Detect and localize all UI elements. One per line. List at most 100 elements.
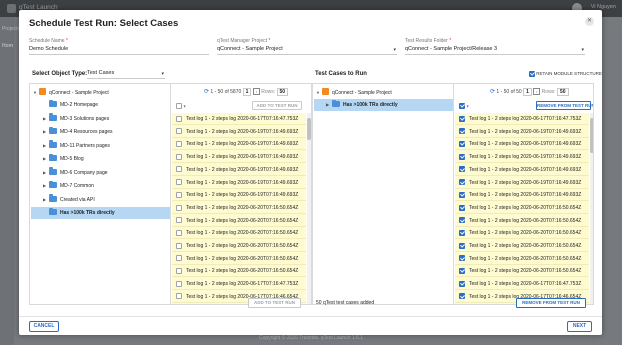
test-cases-to-run-label: Test Cases to Run (315, 71, 367, 77)
remove-from-test-run-bottom-button[interactable]: REMOVE FROM TEST RUN (516, 298, 586, 308)
tree-item[interactable]: MD-2 Homepage (31, 99, 170, 111)
retain-module-structure-checkbox[interactable]: RETAIN MODULE STRUCTURE (529, 71, 602, 77)
add-to-test-run-bottom-button[interactable]: ADD TO TEST RUN (248, 298, 301, 308)
checkbox-icon[interactable] (176, 141, 182, 148)
rows-select[interactable]: 50 (556, 88, 569, 96)
tree-root[interactable]: ▼ qConnect - Sample Project (33, 87, 109, 99)
checkbox-checked-icon[interactable] (459, 179, 465, 186)
list-item[interactable]: Test log 1 - 2 steps log 2020-06-19T07:1… (455, 164, 589, 176)
checkbox-icon[interactable] (176, 128, 182, 135)
checkbox-checked-icon[interactable] (459, 115, 465, 122)
add-to-test-run-button[interactable]: ADD TO TEST RUN (252, 101, 302, 110)
schedule-name-input[interactable]: Demo Schedule (29, 46, 209, 55)
object-type-select[interactable]: Test Cases ▾ (87, 70, 165, 79)
scrollbar[interactable] (307, 113, 311, 304)
list-item[interactable]: Test log 1 - 2 steps log 2020-06-20T07:1… (172, 202, 306, 214)
list-item[interactable]: Test log 1 - 2 steps log 2020-06-17T07:1… (172, 278, 306, 291)
close-icon[interactable]: ✕ (585, 17, 594, 26)
rows-select[interactable]: 50 (276, 88, 289, 96)
tree-item[interactable]: ▶ Created via API (31, 194, 170, 206)
checkbox-checked-icon[interactable] (459, 293, 465, 300)
scrollbar-thumb[interactable] (590, 118, 593, 153)
checkbox-icon[interactable] (176, 242, 182, 249)
checkbox-icon[interactable] (176, 217, 182, 224)
tree-item[interactable]: Has >100k TRs directly (31, 207, 170, 219)
results-folder-select[interactable]: qConnect - Sample Project/Release 3 ▾ (405, 46, 585, 55)
checkbox-checked-icon[interactable] (459, 255, 465, 262)
list-item[interactable]: Test log 1 - 2 steps log 2020-06-17T07:1… (172, 113, 306, 125)
refresh-icon[interactable]: ⟳ (204, 89, 209, 95)
checkbox-checked-icon[interactable] (459, 204, 465, 211)
tree-item[interactable]: ▶ MD-11 Partners pages (31, 140, 170, 152)
target-tree-root[interactable]: ▼ qConnect - Sample Project (316, 87, 392, 99)
checkbox-checked-icon[interactable] (459, 153, 465, 160)
list-item[interactable]: Test log 1 - 2 steps log 2020-06-19T07:1… (172, 138, 306, 151)
tree-item-label: MD-6 Company page (60, 169, 108, 176)
list-item[interactable]: Test log 1 - 2 steps log 2020-06-19T07:1… (172, 164, 306, 176)
list-item[interactable]: Test log 1 - 2 steps log 2020-06-20T07:1… (455, 253, 589, 265)
tree-item[interactable]: ▶ MD-6 Company page (31, 167, 170, 179)
next-page-icon[interactable]: › (252, 88, 260, 95)
checkbox-icon[interactable] (176, 179, 182, 186)
checkbox-icon[interactable] (176, 255, 182, 262)
list-item[interactable]: Test log 1 - 2 steps log 2020-06-20T07:1… (455, 265, 589, 278)
checkbox-icon[interactable] (176, 204, 182, 211)
target-tree-item-selected[interactable]: ▶ Has >100k TRs directly (314, 99, 453, 111)
checkbox-icon[interactable] (176, 268, 182, 275)
list-item[interactable]: Test log 1 - 2 steps log 2020-06-20T07:1… (172, 227, 306, 240)
page-input[interactable]: 1 (242, 88, 252, 96)
remove-from-test-run-button[interactable]: REMOVE FROM TEST RUN (536, 101, 593, 110)
list-item[interactable]: Test log 1 - 2 steps log 2020-06-19T07:1… (172, 151, 306, 164)
list-item[interactable]: Test log 1 - 2 steps log 2020-06-19T07:1… (455, 138, 589, 151)
list-item[interactable]: Test log 1 - 2 steps log 2020-06-17T07:1… (455, 278, 589, 291)
list-item[interactable]: Test log 1 - 2 steps log 2020-06-19T07:1… (455, 177, 589, 189)
list-item[interactable]: Test log 1 - 2 steps log 2020-06-19T07:1… (455, 151, 589, 164)
folder-icon (49, 207, 57, 215)
checkbox-checked-icon[interactable] (459, 217, 465, 224)
checkbox-checked-icon[interactable] (459, 229, 465, 236)
checkbox-checked-icon[interactable] (459, 268, 465, 275)
select-all-checkbox[interactable]: ▾ (176, 103, 186, 110)
next-button[interactable]: NEXT (567, 321, 592, 332)
list-item[interactable]: Test log 1 - 2 steps log 2020-06-19T07:1… (172, 177, 306, 189)
list-item[interactable]: Test log 1 - 2 steps log 2020-06-19T07:1… (455, 126, 589, 138)
checkbox-icon[interactable] (176, 115, 182, 122)
checkbox-checked-icon[interactable] (459, 191, 465, 198)
tree-item[interactable]: ▶ MD-7 Common (31, 180, 170, 192)
test-case-name: Test log 1 - 2 steps log 2020-06-20T07:1… (186, 268, 299, 275)
checkbox-icon[interactable] (176, 293, 182, 300)
checkbox-icon[interactable] (176, 229, 182, 236)
checkbox-checked-icon[interactable] (459, 141, 465, 148)
select-all-checkbox[interactable]: ▾ (459, 103, 469, 110)
list-item[interactable]: Test log 1 - 2 steps log 2020-06-20T07:1… (455, 240, 589, 252)
next-page-icon[interactable]: › (533, 88, 541, 95)
checkbox-checked-icon[interactable] (459, 166, 465, 173)
scrollbar-thumb[interactable] (307, 118, 311, 140)
list-item[interactable]: Test log 1 - 2 steps log 2020-06-20T07:1… (455, 215, 589, 227)
list-item[interactable]: Test log 1 - 2 steps log 2020-06-20T07:1… (172, 253, 306, 265)
page-input[interactable]: 1 (523, 88, 532, 96)
list-item[interactable]: Test log 1 - 2 steps log 2020-06-20T07:1… (172, 240, 306, 252)
list-item[interactable]: Test log 1 - 2 steps log 2020-06-20T07:1… (172, 215, 306, 227)
checkbox-icon[interactable] (176, 191, 182, 198)
list-item[interactable]: Test log 1 - 2 steps log 2020-06-20T07:1… (455, 227, 589, 240)
refresh-icon[interactable]: ⟳ (490, 89, 495, 95)
list-item[interactable]: Test log 1 - 2 steps log 2020-06-20T07:1… (172, 265, 306, 278)
scrollbar[interactable] (590, 113, 593, 304)
list-item[interactable]: Test log 1 - 2 steps log 2020-06-17T07:1… (455, 113, 589, 125)
checkbox-icon[interactable] (176, 166, 182, 173)
tree-item[interactable]: ▶ MD-5 Blog (31, 153, 170, 165)
checkbox-checked-icon[interactable] (459, 128, 465, 135)
tree-item[interactable]: ▶ MD-3 Solutions pages (31, 113, 170, 125)
manager-project-select[interactable]: qConnect - Sample Project ▾ (217, 46, 397, 55)
checkbox-icon[interactable] (176, 153, 182, 160)
cancel-button[interactable]: CANCEL (29, 321, 59, 332)
checkbox-icon[interactable] (176, 280, 182, 287)
list-item[interactable]: Test log 1 - 2 steps log 2020-06-19T07:1… (172, 189, 306, 202)
checkbox-checked-icon[interactable] (459, 242, 465, 249)
list-item[interactable]: Test log 1 - 2 steps log 2020-06-19T07:1… (455, 189, 589, 202)
checkbox-checked-icon[interactable] (459, 280, 465, 287)
list-item[interactable]: Test log 1 - 2 steps log 2020-06-19T07:1… (172, 126, 306, 138)
tree-item[interactable]: ▶ MD-4 Resources pages (31, 126, 170, 138)
list-item[interactable]: Test log 1 - 2 steps log 2020-06-20T07:1… (455, 202, 589, 214)
